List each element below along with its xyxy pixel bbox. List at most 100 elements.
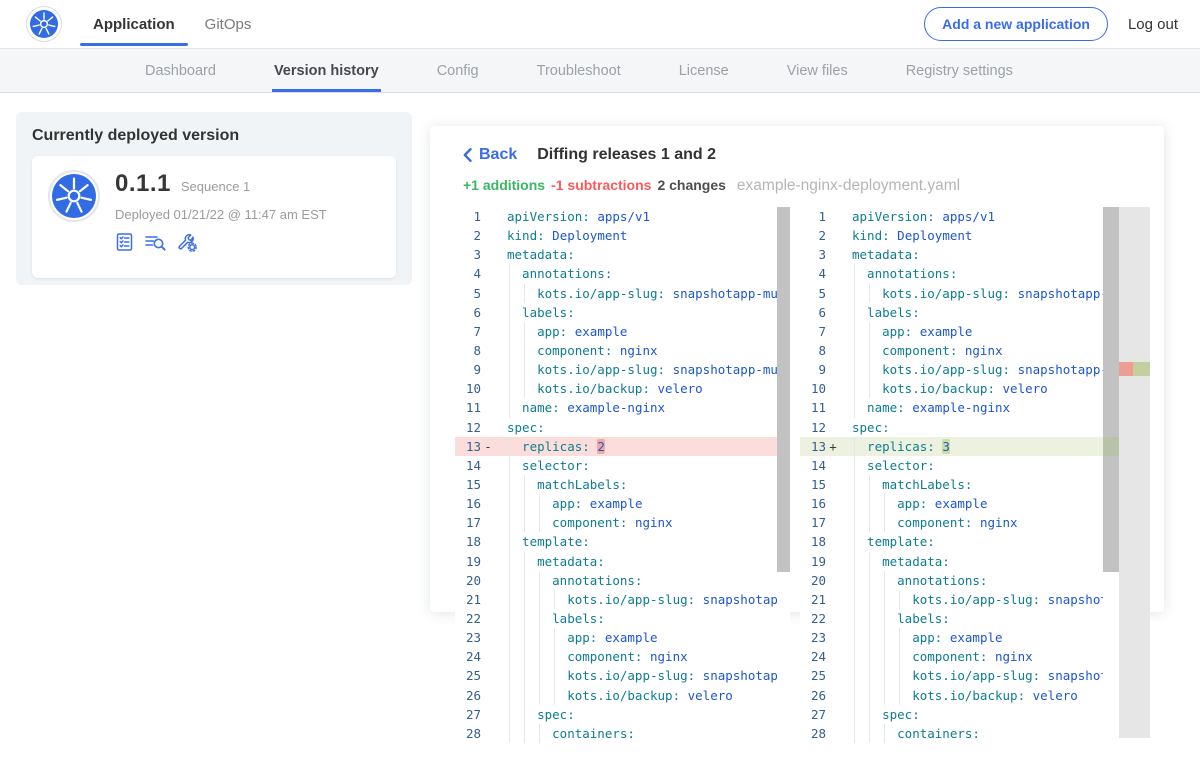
code-line: 14 selector: — [800, 456, 1103, 475]
code-text: name: example-nginx — [495, 398, 665, 417]
diff-marker — [826, 494, 840, 513]
indent-guide — [524, 705, 525, 724]
changes-stat: 2 changes — [657, 177, 725, 193]
indent-guide — [509, 341, 510, 360]
line-number: 19 — [800, 552, 826, 571]
indent-guide — [899, 686, 900, 705]
subnav-item-config[interactable]: Config — [437, 49, 479, 92]
code-line: 3metadata: — [800, 245, 1103, 264]
indent-guide — [509, 475, 510, 494]
line-number: 14 — [455, 456, 481, 475]
line-number: 25 — [455, 666, 481, 685]
code-line: 1apiVersion: apps/v1 — [800, 207, 1103, 226]
subnav-item-dashboard[interactable]: Dashboard — [145, 49, 216, 92]
deployed-card-title: Currently deployed version — [32, 127, 396, 145]
code-line: 25 kots.io/app-slug: snapshotap — [800, 666, 1103, 685]
indent-guide — [524, 571, 525, 590]
top-nav: Application GitOps Add a new application… — [0, 0, 1200, 48]
indent-guide — [524, 686, 525, 705]
diff-marker — [826, 647, 840, 666]
line-number: 9 — [800, 360, 826, 379]
indent-guide — [509, 456, 510, 475]
subtractions-stat: -1 subtractions — [551, 177, 651, 193]
code-text: kots.io/backup: velero — [840, 379, 1048, 398]
minimap[interactable] — [1119, 207, 1150, 738]
indent-guide — [524, 322, 525, 341]
diff-marker — [826, 532, 840, 551]
diff-panel-original[interactable]: 1apiVersion: apps/v12kind: Deployment3me… — [455, 207, 790, 744]
indent-guide — [509, 628, 510, 647]
subnav-item-view-files[interactable]: View files — [787, 49, 848, 92]
indent-guide — [854, 571, 855, 590]
indent-guide — [539, 590, 540, 609]
diff-marker — [826, 475, 840, 494]
tab-gitops[interactable]: GitOps — [190, 0, 267, 48]
diff-panel-modified[interactable]: 1apiVersion: apps/v12kind: Deployment3me… — [800, 207, 1150, 744]
diff-marker — [481, 609, 495, 628]
indent-guide — [884, 609, 885, 628]
indent-guide — [524, 724, 525, 743]
code-text: metadata: — [840, 245, 920, 264]
code-text: replicas: 3 — [840, 437, 950, 456]
indent-guide — [884, 571, 885, 590]
code-line: 7 app: example — [800, 322, 1103, 341]
back-button[interactable]: Back — [463, 146, 517, 164]
indent-guide — [509, 513, 510, 532]
app-logo — [48, 170, 100, 222]
diff-marker — [826, 705, 840, 724]
indent-guide — [539, 513, 540, 532]
scrollbar-thumb[interactable] — [1103, 207, 1119, 572]
line-number: 6 — [455, 303, 481, 322]
indent-guide — [869, 360, 870, 379]
code-text: app: example — [495, 628, 658, 647]
diff-marker — [826, 590, 840, 609]
view-logs-icon[interactable] — [144, 232, 167, 252]
diff-marker — [481, 475, 495, 494]
code-text: annotations: — [495, 571, 642, 590]
indent-guide — [854, 686, 855, 705]
indent-guide — [539, 686, 540, 705]
subnav-item-registry-settings[interactable]: Registry settings — [906, 49, 1013, 92]
subnav-item-troubleshoot[interactable]: Troubleshoot — [537, 49, 621, 92]
code-text: kots.io/backup: velero — [840, 686, 1078, 705]
code-line: 4 annotations: — [800, 264, 1103, 283]
version-label: 0.1.1 — [115, 170, 171, 198]
indent-guide — [524, 360, 525, 379]
indent-guide — [869, 647, 870, 666]
diff-marker — [481, 245, 495, 264]
logout-link[interactable]: Log out — [1128, 16, 1178, 33]
line-number: 7 — [455, 322, 481, 341]
diff-marker — [826, 513, 840, 532]
diff-marker — [481, 360, 495, 379]
line-number: 13 — [800, 437, 826, 456]
indent-guide — [869, 628, 870, 647]
code-line: 21 kots.io/app-slug: snapshotap — [800, 590, 1103, 609]
indent-guide — [539, 571, 540, 590]
indent-guide — [854, 398, 855, 417]
scrollbar-thumb[interactable] — [777, 207, 790, 572]
add-a-new-application-button[interactable]: Add a new application — [924, 7, 1108, 41]
diff-filename: example-nginx-deployment.yaml — [737, 177, 960, 195]
line-number: 15 — [800, 475, 826, 494]
release-notes-icon[interactable] — [115, 232, 135, 252]
code-line: 14 selector: — [455, 456, 777, 475]
code-line: 27 spec: — [455, 705, 777, 724]
code-line: 27 spec: — [800, 705, 1103, 724]
diff-marker — [481, 666, 495, 685]
code-line: 5 kots.io/app-slug: snapshotapp-mu — [455, 284, 777, 303]
code-line: 21 kots.io/app-slug: snapshotap — [455, 590, 777, 609]
currently-deployed-card: Currently deployed version — [16, 112, 412, 285]
indent-guide — [854, 609, 855, 628]
diff-marker — [826, 686, 840, 705]
subnav-item-version-history[interactable]: Version history — [274, 49, 379, 92]
subnav-item-license[interactable]: License — [679, 49, 729, 92]
additions-stat: +1 additions — [463, 177, 545, 193]
indent-guide — [524, 628, 525, 647]
code-line: 18 template: — [455, 532, 777, 551]
edit-config-icon[interactable] — [176, 231, 198, 252]
line-number: 5 — [800, 284, 826, 303]
line-number: 28 — [455, 724, 481, 743]
tab-application[interactable]: Application — [78, 0, 190, 48]
line-number: 20 — [800, 571, 826, 590]
indent-guide — [509, 398, 510, 417]
